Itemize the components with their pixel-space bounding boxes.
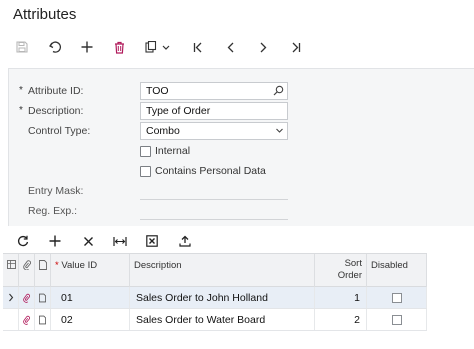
entry-mask-field[interactable] bbox=[140, 199, 288, 200]
control-type-select[interactable]: Combo bbox=[140, 122, 288, 140]
disabled-cell[interactable] bbox=[367, 287, 427, 308]
required-marker: * bbox=[55, 260, 59, 271]
refresh-icon[interactable] bbox=[12, 230, 34, 252]
row-selector-chevron-icon[interactable] bbox=[3, 287, 19, 308]
next-record-icon[interactable] bbox=[252, 36, 274, 58]
internal-checkbox-row[interactable]: Internal bbox=[140, 144, 190, 158]
internal-checkbox[interactable] bbox=[140, 145, 151, 157]
value-id-cell[interactable]: 01 bbox=[51, 287, 130, 308]
grid-header: * Value ID Description Sort Order Disabl… bbox=[3, 253, 427, 287]
control-type-label: Control Type: bbox=[28, 125, 91, 137]
delete-row-icon[interactable] bbox=[77, 230, 99, 252]
chevron-down-icon[interactable] bbox=[275, 126, 284, 138]
attachment-icon[interactable] bbox=[19, 287, 35, 308]
save-icon[interactable] bbox=[11, 36, 33, 58]
reg-exp-label: Reg. Exp.: bbox=[28, 205, 78, 217]
page-title: Attributes bbox=[13, 6, 77, 23]
attachment-header-icon bbox=[19, 254, 35, 287]
description-cell[interactable]: Sales Order to Water Board bbox=[130, 309, 315, 330]
entry-mask-label: Entry Mask: bbox=[28, 185, 84, 197]
table-row[interactable]: 01 Sales Order to John Holland 1 bbox=[3, 287, 427, 309]
attachment-icon[interactable] bbox=[19, 309, 35, 330]
export-excel-icon[interactable] bbox=[141, 230, 163, 252]
sort-order-cell[interactable]: 2 bbox=[315, 309, 367, 330]
sort-order-cell[interactable]: 1 bbox=[315, 287, 367, 308]
description-column-header[interactable]: Description bbox=[130, 254, 315, 287]
internal-label: Internal bbox=[155, 145, 191, 157]
attribute-form: * Attribute ID: TOO * Description: Type of… bbox=[8, 68, 474, 226]
description-label: * Description: bbox=[19, 105, 84, 117]
value-id-column-header[interactable]: * Value ID bbox=[51, 254, 130, 287]
disabled-cell[interactable] bbox=[367, 309, 427, 330]
note-icon[interactable] bbox=[35, 309, 51, 330]
description-cell[interactable]: Sales Order to John Holland bbox=[130, 287, 315, 308]
contains-personal-data-label: Contains Personal Data bbox=[155, 165, 266, 177]
add-icon[interactable] bbox=[76, 36, 98, 58]
attribute-id-field[interactable]: TOO bbox=[140, 82, 288, 100]
grid-toolbar bbox=[0, 230, 474, 252]
fit-to-screen-icon[interactable] bbox=[109, 230, 131, 252]
reg-exp-field[interactable] bbox=[140, 219, 288, 220]
sort-order-column-header[interactable]: Sort Order bbox=[315, 254, 367, 287]
contains-personal-data-checkbox[interactable] bbox=[140, 165, 151, 177]
delete-icon[interactable] bbox=[108, 36, 130, 58]
previous-record-icon[interactable] bbox=[220, 36, 242, 58]
value-id-cell[interactable]: 02 bbox=[51, 309, 130, 330]
attribute-id-label: * Attribute ID: bbox=[19, 85, 84, 97]
row-settings-icon[interactable] bbox=[3, 254, 19, 287]
disabled-checkbox[interactable] bbox=[391, 314, 402, 325]
disabled-checkbox[interactable] bbox=[391, 292, 402, 303]
search-icon[interactable] bbox=[273, 85, 284, 99]
undo-icon[interactable] bbox=[44, 36, 66, 58]
copy-paste-icon[interactable] bbox=[141, 36, 175, 58]
main-toolbar bbox=[0, 36, 474, 60]
add-row-icon[interactable] bbox=[44, 230, 66, 252]
description-field[interactable]: Type of Order bbox=[140, 102, 288, 120]
last-record-icon[interactable] bbox=[285, 36, 307, 58]
note-header-icon bbox=[35, 254, 51, 287]
required-marker: * bbox=[19, 85, 23, 96]
upload-icon[interactable] bbox=[174, 230, 196, 252]
note-icon[interactable] bbox=[35, 287, 51, 308]
personal-data-checkbox-row[interactable]: Contains Personal Data bbox=[140, 164, 266, 178]
required-marker: * bbox=[19, 105, 23, 116]
first-record-icon[interactable] bbox=[187, 36, 209, 58]
row-selector[interactable] bbox=[3, 309, 19, 330]
table-row[interactable]: 02 Sales Order to Water Board 2 bbox=[3, 309, 427, 331]
disabled-column-header[interactable]: Disabled bbox=[367, 254, 427, 287]
